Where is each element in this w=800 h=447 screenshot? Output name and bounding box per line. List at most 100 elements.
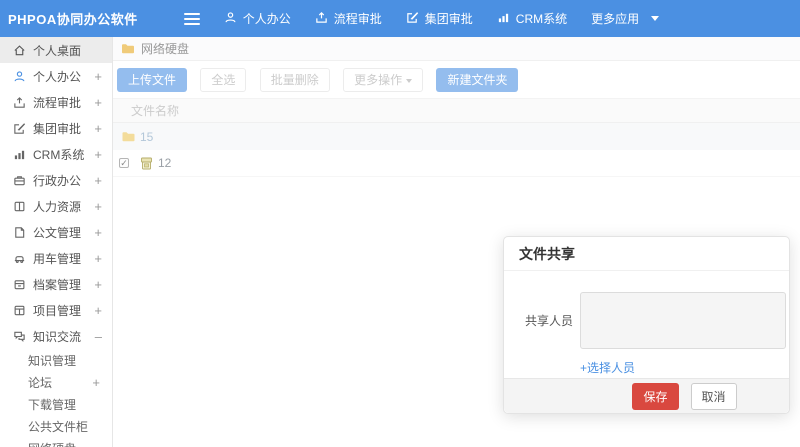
expand-toggle[interactable]: + [94, 251, 102, 266]
sidebar-subitem-label: 论坛 [28, 375, 53, 390]
cancel-button[interactable]: 取消 [690, 382, 737, 410]
nav-item-label: 更多应用 [591, 12, 640, 26]
bar-chart-icon [14, 150, 25, 159]
folder-icon [122, 132, 135, 142]
sidebar-item-archives[interactable]: 档案管理 + [0, 271, 112, 297]
sidebar-subitem-knowledge-mgmt[interactable]: 知识管理 [0, 349, 112, 371]
file-toolbar: 上传文件 全选 批量删除 更多操作 新建文件夹 [113, 61, 800, 98]
expand-toggle[interactable]: + [94, 95, 102, 110]
app-window: PHPOA协同办公软件 个人办公 流程审批 集团审批 CRM系统 更多应用 个人… [0, 0, 800, 447]
expand-toggle[interactable]: + [94, 69, 102, 84]
nav-item-label: CRM系统 [515, 12, 568, 26]
book-icon [14, 201, 25, 211]
top-nav-items: 个人办公 流程审批 集团审批 CRM系统 更多应用 [224, 10, 683, 27]
sidebar-item-personal-office[interactable]: 个人办公 + [0, 63, 112, 89]
expand-toggle[interactable]: + [94, 277, 102, 292]
modal-header: 文件共享 [504, 237, 789, 271]
sidebar-item-label: 个人桌面 [33, 43, 82, 58]
nav-item-workflow-approval[interactable]: 流程审批 [315, 10, 382, 27]
sidebar-item-label: 人力资源 [33, 199, 82, 214]
briefcase-icon [14, 175, 25, 185]
more-actions-label: 更多操作 [354, 73, 403, 87]
sidebar-item-label: 流程审批 [33, 95, 82, 110]
sidebar-item-personal-desktop[interactable]: 个人桌面 [0, 37, 112, 63]
edit-icon [406, 11, 425, 27]
nav-item-label: 流程审批 [333, 12, 382, 26]
top-navbar: PHPOA协同办公软件 个人办公 流程审批 集团审批 CRM系统 更多应用 [0, 0, 800, 37]
expand-toggle[interactable]: + [94, 303, 102, 318]
nav-item-label: 个人办公 [242, 12, 291, 26]
sidebar-subitem-network-disk[interactable]: 网络硬盘 [0, 437, 112, 447]
sidebar-item-admin-office[interactable]: 行政办公 + [0, 167, 112, 193]
caret-down-icon [651, 16, 660, 21]
modal-body: 共享人员 +选择人员 [504, 271, 789, 378]
car-icon [14, 255, 25, 263]
nav-item-more-apps[interactable]: 更多应用 [591, 10, 660, 27]
more-actions-button[interactable]: 更多操作 [343, 68, 424, 92]
sidebar-item-vehicle[interactable]: 用车管理 + [0, 245, 112, 271]
sidebar-item-label: 知识交流 [33, 329, 82, 344]
approve-upload-icon [315, 11, 334, 27]
sidebar-subitem-label: 网络硬盘 [28, 440, 76, 447]
sidebar-item-label: CRM系统 [33, 147, 85, 162]
expand-toggle[interactable]: + [92, 375, 100, 390]
hamburger-menu-icon[interactable] [183, 10, 200, 28]
nav-item-label: 集团审批 [424, 12, 473, 26]
share-members-textarea[interactable] [580, 292, 786, 349]
expand-toggle[interactable]: + [94, 173, 102, 188]
sidebar-item-label: 个人办公 [33, 69, 82, 84]
approve-upload-icon [14, 96, 25, 108]
file-row-folder-15[interactable]: 15 [113, 123, 800, 150]
sidebar-item-label: 档案管理 [33, 277, 82, 292]
sidebar-item-hr[interactable]: 人力资源 + [0, 193, 112, 219]
project-icon [14, 305, 25, 315]
document-icon [15, 226, 25, 238]
expand-toggle[interactable]: + [94, 199, 102, 214]
row-checkbox[interactable]: ✓ [119, 158, 129, 168]
sidebar-item-crm[interactable]: CRM系统 + [0, 141, 112, 167]
sidebar-item-label: 用车管理 [33, 251, 82, 266]
sidebar-subitem-public-cabinet[interactable]: 公共文件柜 [0, 415, 112, 437]
expand-toggle[interactable]: + [94, 121, 102, 136]
choose-members-link[interactable]: +选择人员 [580, 359, 635, 376]
nav-item-personal-office[interactable]: 个人办公 [224, 10, 291, 27]
save-button[interactable]: 保存 [632, 382, 679, 410]
sidebar-subitem-forum[interactable]: 论坛 + [0, 371, 112, 393]
select-all-button[interactable]: 全选 [200, 68, 247, 92]
sidebar-item-label: 项目管理 [33, 303, 82, 318]
breadcrumb-label: 网络硬盘 [141, 42, 190, 56]
sidebar-item-label: 公文管理 [33, 225, 82, 240]
sidebar-subitem-label: 公共文件柜 [28, 419, 89, 434]
edit-icon [14, 122, 26, 134]
share-members-label: 共享人员 [524, 314, 573, 328]
file-row-file-12[interactable]: ✓ 12 [113, 150, 800, 177]
file-name-link[interactable]: 15 [140, 130, 153, 144]
home-icon [14, 44, 25, 55]
file-name-column-header: 文件名称 [131, 104, 180, 118]
sidebar-subitem-label: 知识管理 [28, 353, 77, 368]
modal-title: 文件共享 [519, 245, 575, 262]
archive-icon [14, 279, 25, 289]
new-folder-button[interactable]: 新建文件夹 [436, 68, 519, 92]
breadcrumb: 网络硬盘 [113, 37, 800, 61]
collapse-toggle[interactable]: – [95, 329, 102, 344]
sidebar-item-projects[interactable]: 项目管理 + [0, 297, 112, 323]
upload-file-button[interactable]: 上传文件 [117, 68, 188, 92]
sidebar-item-official-docs[interactable]: 公文管理 + [0, 219, 112, 245]
sidebar-item-label: 集团审批 [33, 121, 82, 136]
expand-toggle[interactable]: + [94, 225, 102, 240]
bar-chart-icon [497, 11, 516, 27]
file-name-link[interactable]: 12 [158, 156, 171, 170]
nav-item-group-approval[interactable]: 集团审批 [406, 10, 473, 27]
expand-toggle[interactable]: + [94, 147, 102, 162]
sidebar-subitem-label: 下载管理 [28, 397, 77, 412]
nav-item-crm[interactable]: CRM系统 [497, 10, 567, 27]
sidebar-item-label: 行政办公 [33, 173, 82, 188]
batch-delete-button[interactable]: 批量删除 [259, 68, 330, 92]
sidebar-item-group-approval[interactable]: 集团审批 + [0, 115, 112, 141]
sidebar-item-workflow-approval[interactable]: 流程审批 + [0, 89, 112, 115]
sidebar-item-knowledge[interactable]: 知识交流 – [0, 323, 112, 349]
app-logo: PHPOA协同办公软件 [8, 12, 138, 27]
sidebar-subitem-downloads[interactable]: 下载管理 [0, 393, 112, 415]
modal-footer: 保存 取消 [504, 378, 789, 413]
